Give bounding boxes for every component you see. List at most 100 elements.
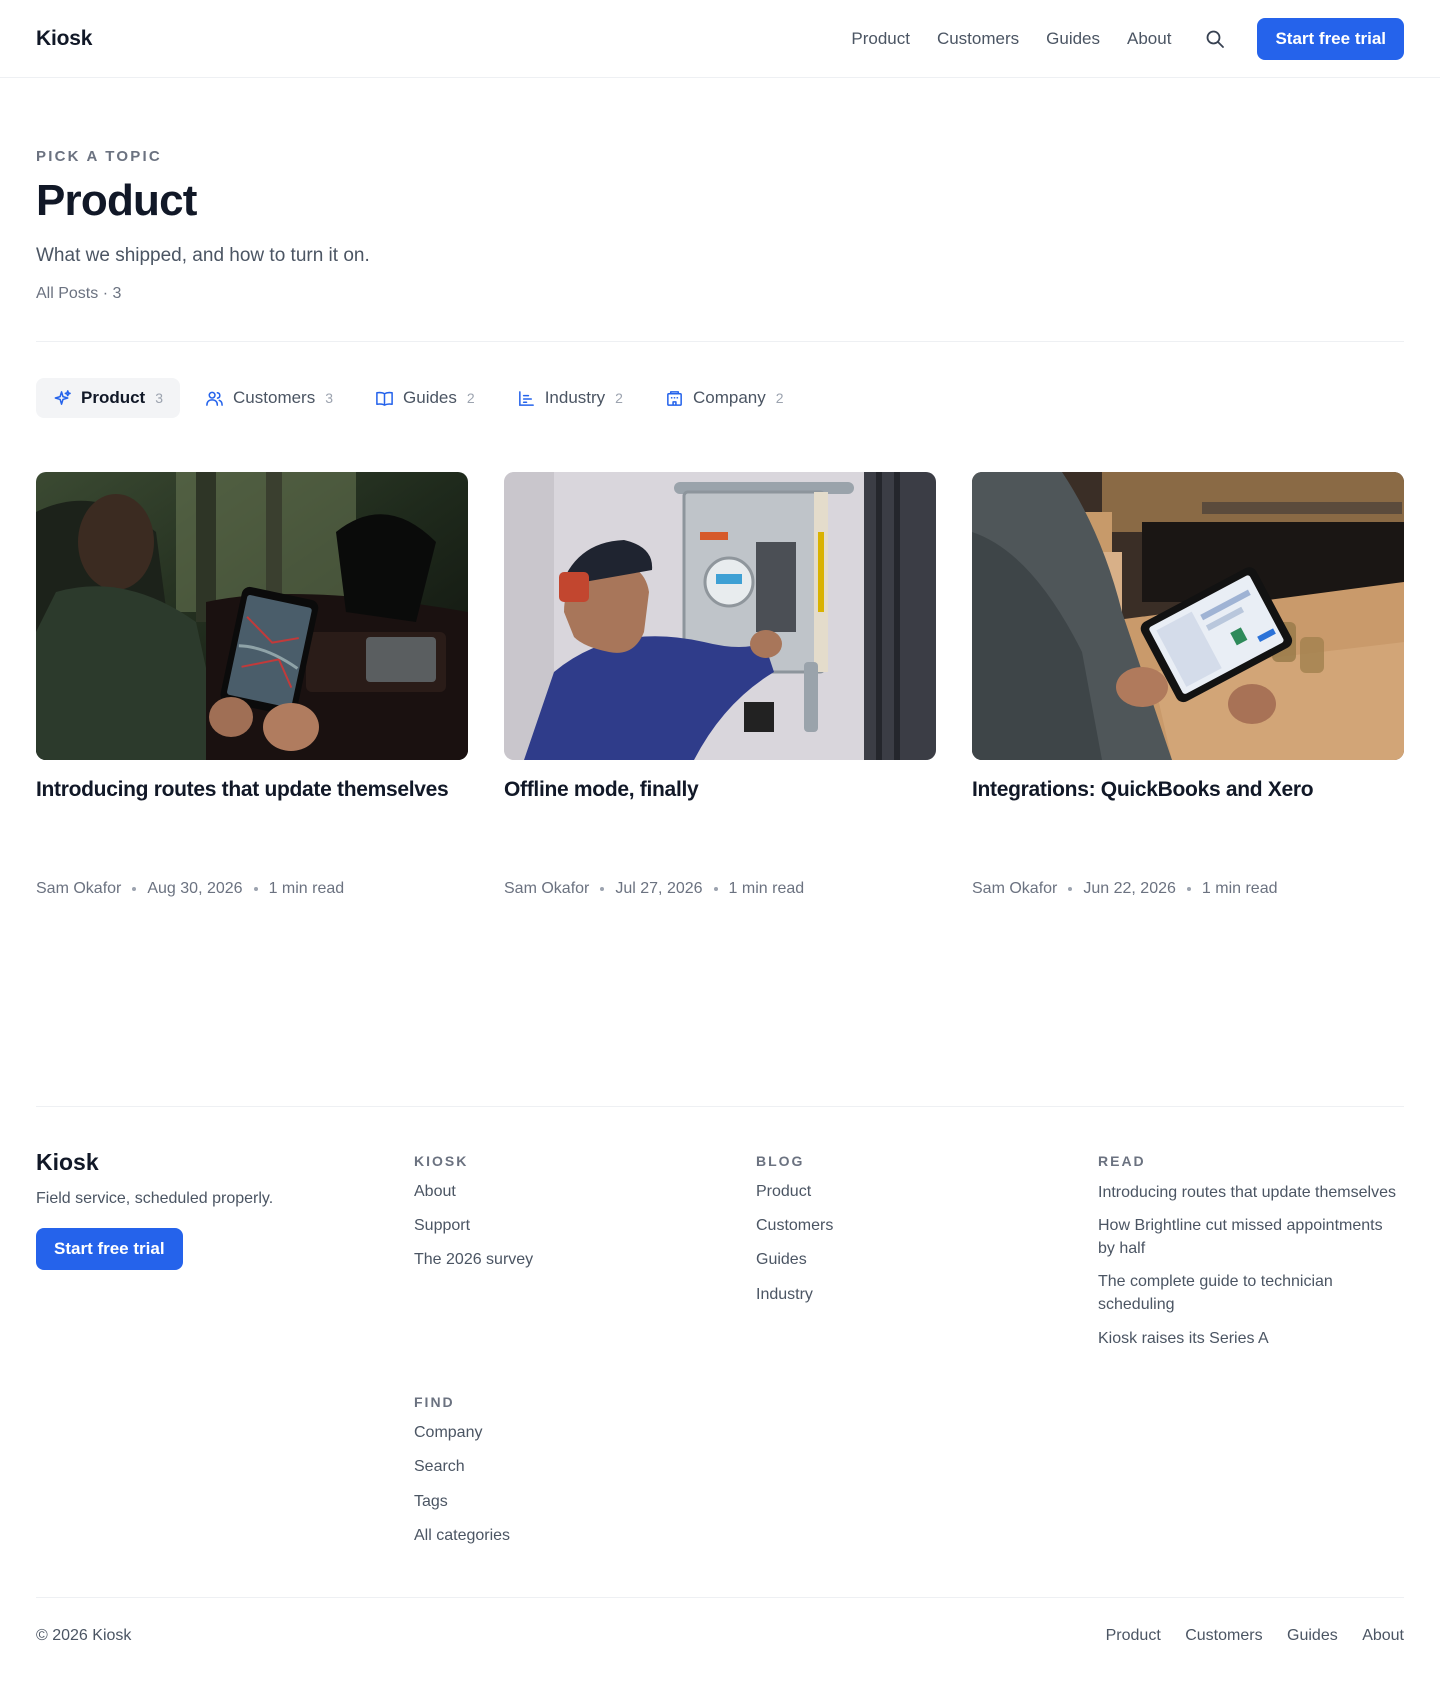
footer-heading: BLOG <box>756 1152 805 1169</box>
post-author: Sam Okafor <box>504 879 590 897</box>
site-logo[interactable]: Kiosk <box>36 27 92 51</box>
post-image-routes[interactable] <box>36 472 468 761</box>
nav-link-customers[interactable]: Customers <box>937 29 1019 49</box>
post-card[interactable]: Integrations: QuickBooks and Xero Sam Ok… <box>972 472 1404 897</box>
footer-column-read: READ Introducing routes that update them… <box>1098 1149 1398 1360</box>
nav-link-about[interactable]: About <box>1127 29 1171 49</box>
topic-tabs: Product 3 Customers 3 Guides 2 Industry … <box>36 378 1404 419</box>
start-trial-button[interactable]: Start free trial <box>1257 17 1404 60</box>
separator-dot <box>713 886 718 891</box>
post-meta: Sam Okafor Aug 30, 2026 1 min read <box>36 880 468 898</box>
footer-columns: Kiosk Field service, scheduled properly.… <box>36 1105 1404 1560</box>
users-icon <box>205 389 224 408</box>
separator-dot <box>132 886 137 891</box>
footer-link[interactable]: Introducing routes that update themselve… <box>1098 1181 1398 1204</box>
post-card[interactable]: Introducing routes that update themselve… <box>36 472 468 897</box>
post-date: Jul 27, 2026 <box>615 879 703 897</box>
sparkles-icon <box>53 389 72 408</box>
post-image-offline[interactable] <box>504 472 936 761</box>
footer-heading: KIOSK <box>414 1152 469 1169</box>
post-meta: Sam Okafor Jun 22, 2026 1 min read <box>972 880 1404 898</box>
footer-link[interactable]: The 2026 survey <box>414 1249 756 1271</box>
post-meta: Sam Okafor Jul 27, 2026 1 min read <box>504 880 936 898</box>
tab-industry[interactable]: Industry 2 <box>500 378 640 418</box>
footer-column-kiosk: KIOSK About Support The 2026 survey <box>414 1149 756 1360</box>
footer-tagline: Field service, scheduled properly. <box>36 1189 274 1207</box>
tab-company[interactable]: Company 2 <box>648 378 801 418</box>
post-title[interactable]: Integrations: QuickBooks and Xero <box>972 776 1404 803</box>
footer-link[interactable]: Tags <box>414 1491 756 1513</box>
footer-link[interactable]: Product <box>756 1181 1098 1203</box>
footer-link[interactable]: The complete guide to technician schedul… <box>1098 1270 1398 1316</box>
tab-count: 2 <box>775 390 784 407</box>
divider <box>36 341 1404 343</box>
tab-guides[interactable]: Guides 2 <box>358 378 492 418</box>
tab-label: Guides <box>403 388 457 408</box>
footer-link[interactable]: Search <box>414 1456 756 1478</box>
separator-dot <box>600 886 605 891</box>
post-date: Aug 30, 2026 <box>147 879 243 897</box>
post-read-time: 1 min read <box>728 879 805 897</box>
post-count: All Posts · 3 <box>36 285 122 303</box>
copyright: © 2026 Kiosk <box>36 1626 132 1644</box>
bar-chart-icon <box>517 389 536 408</box>
page-description: What we shipped, and how to turn it on. <box>36 245 370 267</box>
tab-count: 2 <box>615 390 623 407</box>
footer-link[interactable]: How Brightline cut missed appointments b… <box>1098 1214 1398 1260</box>
nav-link-guides[interactable]: Guides <box>1046 29 1100 49</box>
post-author: Sam Okafor <box>36 879 122 897</box>
footer-link[interactable]: Support <box>414 1215 756 1237</box>
footer-link[interactable]: Guides <box>756 1249 1098 1271</box>
topic-hero: PICK A TOPIC Product What we shipped, an… <box>36 78 1404 303</box>
footer-logo[interactable]: Kiosk <box>36 1149 414 1176</box>
tab-count: 3 <box>155 390 164 407</box>
footer-link[interactable]: Customers <box>756 1215 1098 1237</box>
post-read-time: 1 min read <box>268 879 345 897</box>
post-title[interactable]: Offline mode, finally <box>504 776 936 803</box>
separator-dot <box>1186 886 1191 891</box>
footer-nav-guides[interactable]: Guides <box>1287 1627 1338 1644</box>
footer-nav-about[interactable]: About <box>1362 1627 1404 1644</box>
tab-count: 3 <box>325 390 334 407</box>
footer-brand: Kiosk Field service, scheduled properly.… <box>36 1149 414 1360</box>
post-author: Sam Okafor <box>972 879 1058 897</box>
footer-heading: READ <box>1098 1152 1146 1169</box>
post-read-time: 1 min read <box>1201 879 1278 897</box>
main-content: PICK A TOPIC Product What we shipped, an… <box>0 78 1440 1673</box>
tab-customers[interactable]: Customers 3 <box>188 378 350 418</box>
eyebrow-label: PICK A TOPIC <box>36 148 162 165</box>
footer-link[interactable]: All categories <box>414 1525 756 1547</box>
post-grid: Introducing routes that update themselve… <box>36 472 1404 897</box>
separator-dot <box>253 886 258 891</box>
tab-product[interactable]: Product 3 <box>36 378 181 419</box>
nav-link-product[interactable]: Product <box>851 29 910 49</box>
post-card[interactable]: Offline mode, finally Sam Okafor Jul 27,… <box>504 472 936 897</box>
post-title[interactable]: Introducing routes that update themselve… <box>36 776 468 803</box>
footer-column-find: FIND Company Search Tags All categories <box>414 1390 756 1560</box>
main-nav: Product Customers Guides About Start fre… <box>851 17 1404 60</box>
book-open-icon <box>375 389 394 408</box>
page-title: Product <box>36 176 197 225</box>
post-date: Jun 22, 2026 <box>1083 879 1176 897</box>
site-footer: Kiosk Field service, scheduled properly.… <box>36 1105 1404 1674</box>
site-header: Kiosk Product Customers Guides About Sta… <box>0 0 1440 78</box>
search-icon[interactable] <box>1203 27 1227 51</box>
footer-nav-product[interactable]: Product <box>1106 1627 1161 1644</box>
footer-link[interactable]: Kiosk raises its Series A <box>1098 1327 1398 1350</box>
tab-label: Industry <box>544 388 606 408</box>
separator-dot <box>1068 886 1073 891</box>
footer-link[interactable]: Industry <box>756 1284 1098 1306</box>
footer-nav: Product Customers Guides About <box>1086 1627 1404 1645</box>
post-image-integrations[interactable] <box>972 472 1404 761</box>
footer-start-trial-button[interactable]: Start free trial <box>36 1227 183 1270</box>
footer-bottom-bar: © 2026 Kiosk Product Customers Guides Ab… <box>36 1597 1404 1673</box>
tab-label: Customers <box>233 388 316 408</box>
building-icon <box>665 389 684 408</box>
footer-heading: FIND <box>414 1393 455 1410</box>
tab-count: 2 <box>466 390 475 407</box>
tab-label: Company <box>692 388 766 408</box>
footer-nav-customers[interactable]: Customers <box>1185 1627 1262 1644</box>
footer-link[interactable]: Company <box>414 1422 756 1444</box>
footer-link[interactable]: About <box>414 1181 756 1203</box>
footer-column-blog: BLOG Product Customers Guides Industry <box>756 1149 1098 1360</box>
